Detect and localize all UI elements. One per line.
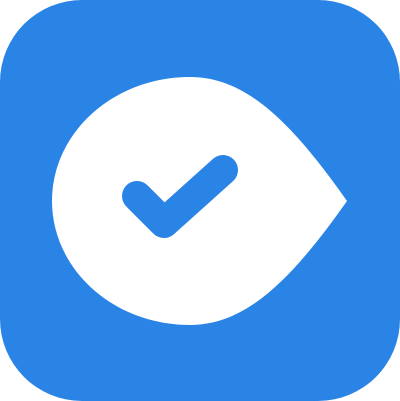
app-icon-graphic [0, 0, 400, 401]
app-icon[interactable] [0, 0, 400, 401]
